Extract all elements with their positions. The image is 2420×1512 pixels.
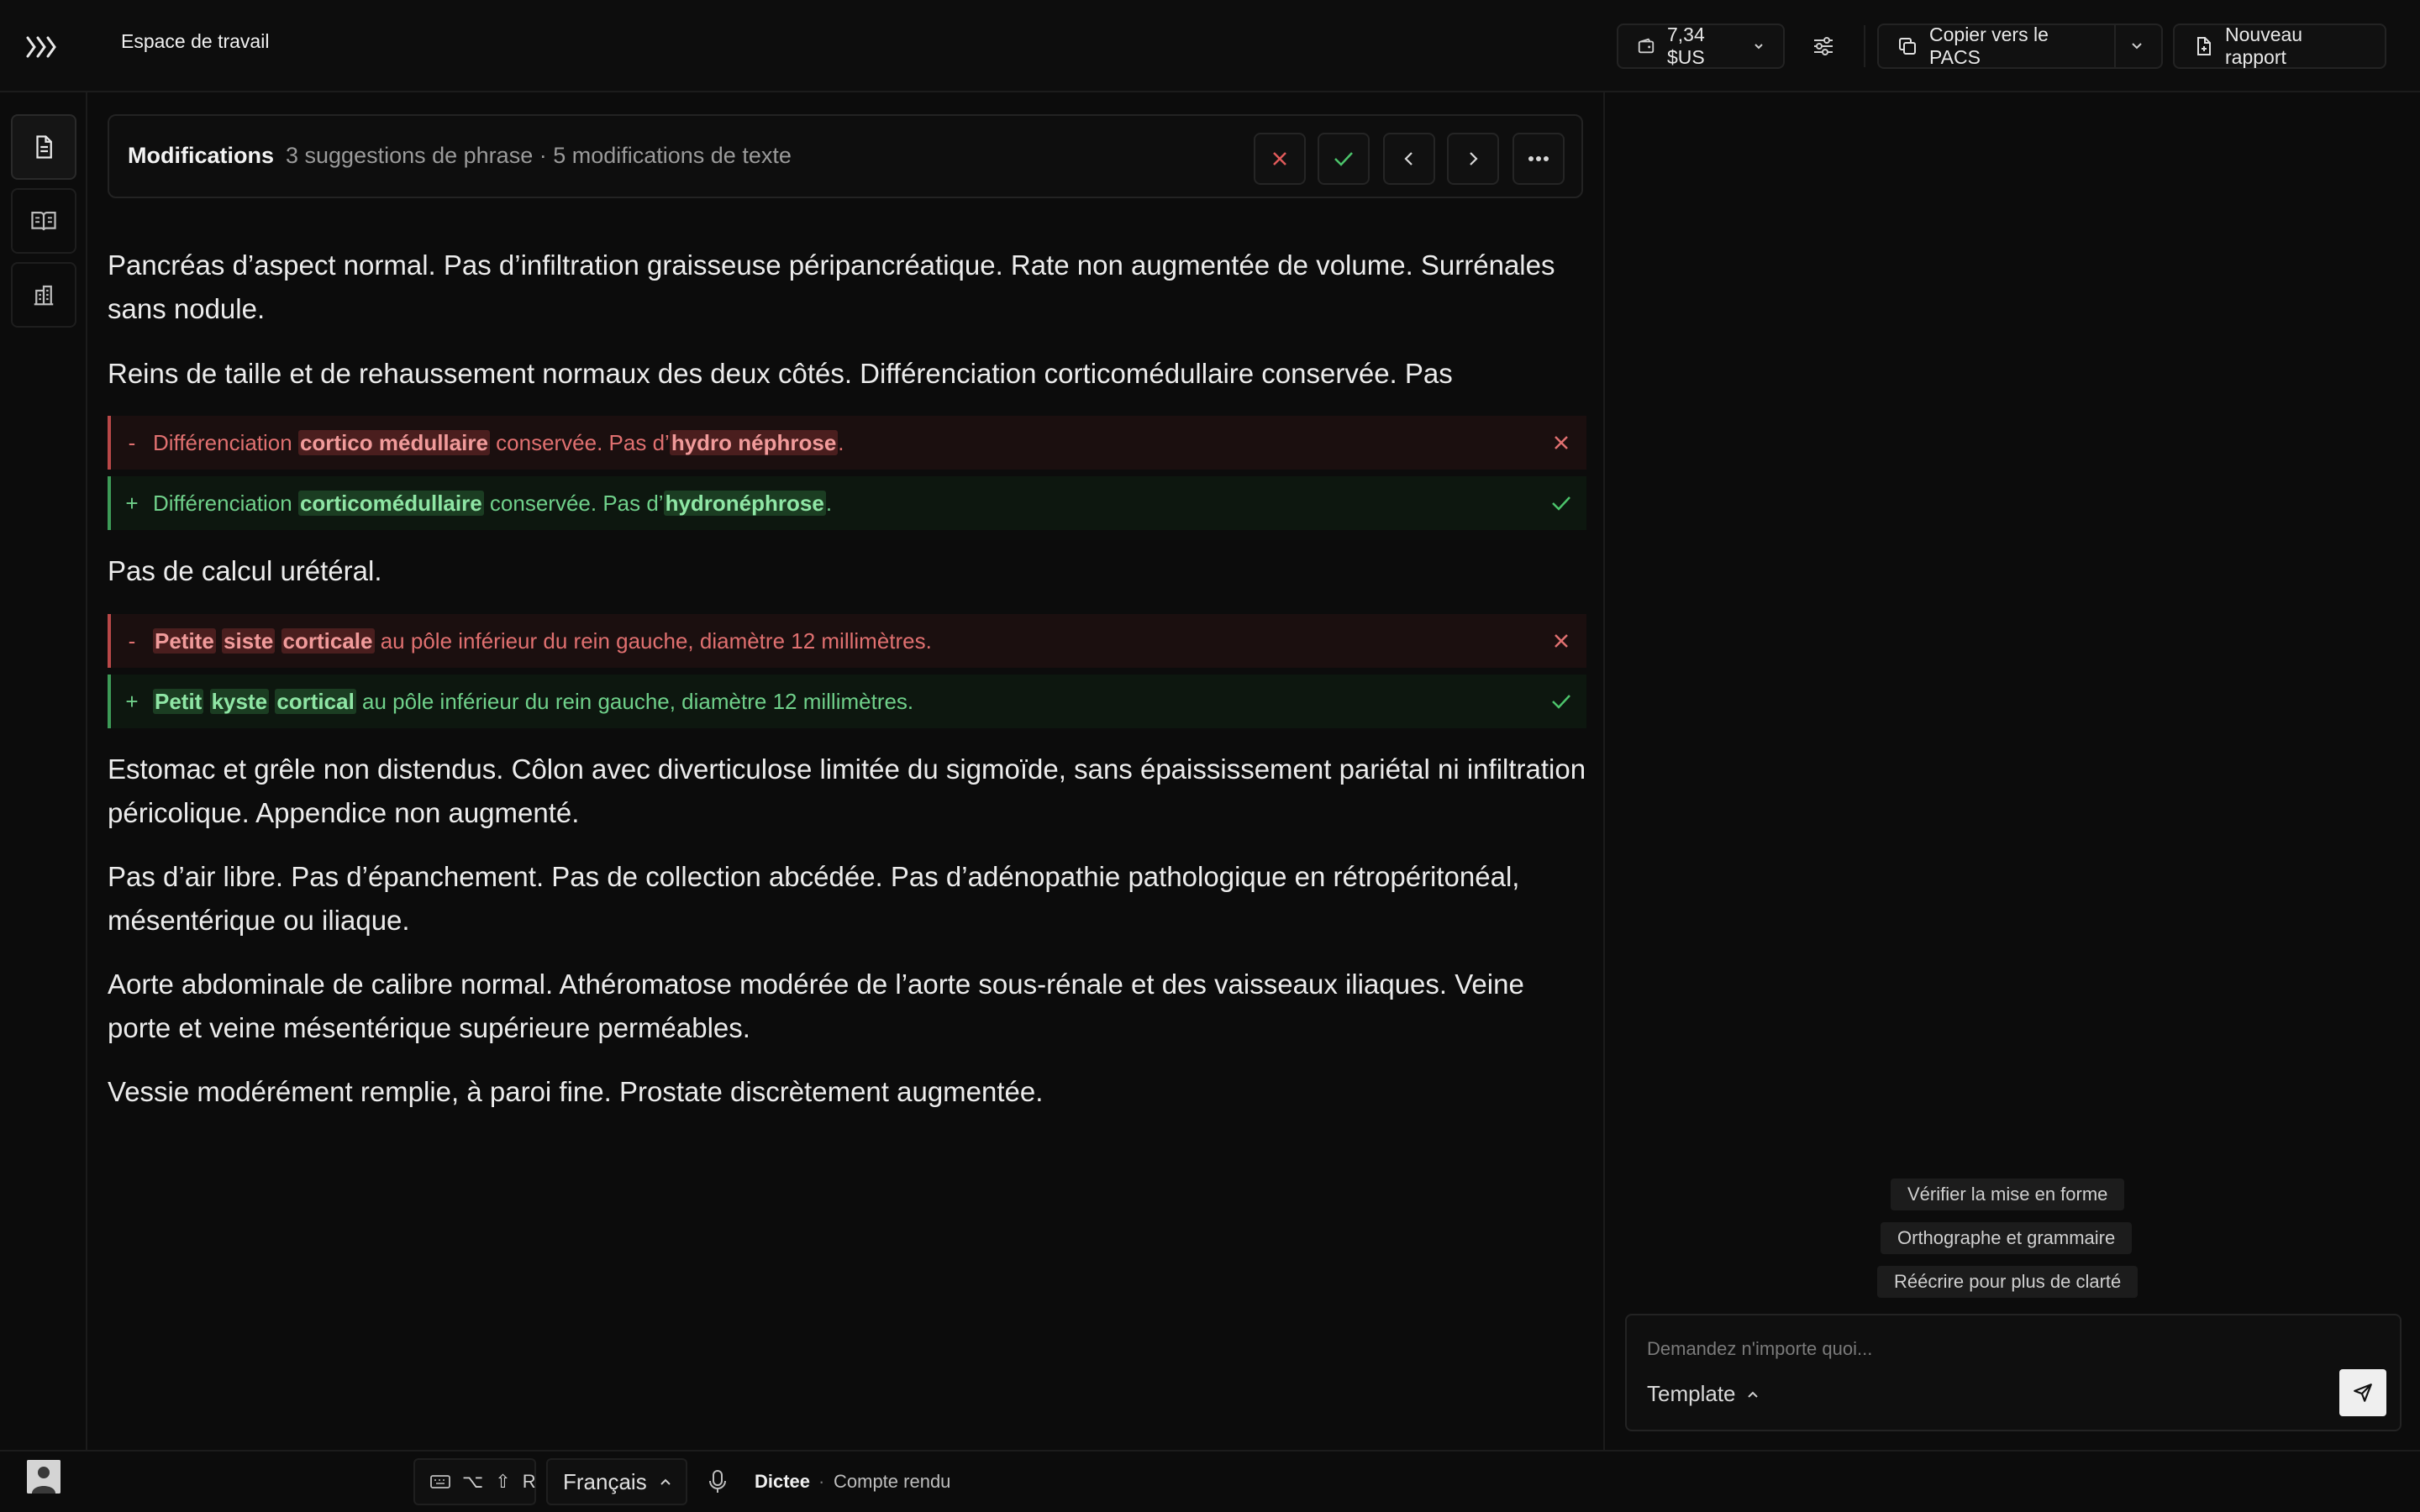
new-report-label: Nouveau rapport (2225, 24, 2303, 68)
added-text: Différenciation corticomédullaire conser… (153, 490, 833, 516)
added-text: Petit kyste cortical au pôle inférieur d… (153, 688, 914, 714)
shortcut-key-shift: ⇧ (495, 1471, 511, 1492)
template-label: Template (1647, 1381, 1736, 1406)
reject-suggestion-button[interactable] (1536, 616, 1586, 666)
rail-library-button[interactable] (11, 188, 76, 254)
bottom-bar (0, 1450, 2420, 1512)
copy-icon (1897, 36, 1918, 56)
report-paragraph[interactable]: Pas d’air libre. Pas d’épanchement. Pas … (108, 855, 1586, 942)
report-paragraph[interactable]: Estomac et grêle non distendus. Côlon av… (108, 748, 1586, 835)
copy-to-pacs-button[interactable]: Copier vers le PACS (1877, 24, 2116, 69)
document-icon (31, 134, 56, 160)
chevron-left-icon (1401, 150, 1418, 167)
keyboard-shortcut-indicator[interactable]: ⌥ ⇧ R (413, 1458, 536, 1505)
report-paragraph[interactable]: Vessie modérément remplie, à paroi fine.… (108, 1070, 1586, 1114)
deleted-text: Différenciation cortico médullaire conse… (153, 429, 844, 455)
building-icon (31, 282, 56, 307)
modifications-summary: 3 suggestions de phrase · 5 modification… (286, 143, 792, 168)
app-logo-icon[interactable] (25, 34, 59, 60)
dictation-mode[interactable]: Compte rendu (834, 1471, 950, 1493)
suggestion-chip-rewrite[interactable]: Réécrire pour plus de clarté (1877, 1266, 2139, 1298)
new-report-button[interactable]: Nouveau rapport (2173, 24, 2386, 69)
chevron-up-icon (659, 1475, 672, 1488)
chat-input[interactable] (1647, 1332, 2336, 1366)
accept-suggestion-button[interactable] (1536, 676, 1586, 727)
send-icon (2352, 1382, 2374, 1404)
copy-pacs-label: Copier vers le PACS (1929, 24, 2049, 68)
check-icon (1552, 496, 1570, 511)
accept-all-button[interactable] (1318, 133, 1370, 185)
chevron-down-icon (1753, 40, 1765, 52)
modifications-bar: Modifications 3 suggestions de phrase · … (108, 114, 1583, 198)
accept-suggestion-button[interactable] (1536, 478, 1586, 528)
suggestion-chip-spelling[interactable]: Orthographe et grammaire (1881, 1222, 2133, 1254)
ellipsis-icon (1528, 155, 1549, 162)
addition-suggestion-line: + Petit kyste cortical au pôle inférieur… (108, 675, 1586, 728)
close-icon (1270, 149, 1290, 169)
diff-sign: + (125, 490, 139, 516)
chevron-down-icon (2129, 39, 2144, 54)
copy-options-dropdown-button[interactable] (2114, 24, 2163, 69)
sliders-icon (1812, 34, 1835, 58)
rail-document-button[interactable] (11, 114, 76, 180)
next-change-button[interactable] (1447, 133, 1499, 185)
deleted-text: Petite siste corticale au pôle inférieur… (153, 627, 932, 654)
cost-label: 7,34 $US (1667, 24, 1705, 68)
addition-suggestion-line: + Différenciation corticomédullaire cons… (108, 476, 1586, 530)
reject-suggestion-button[interactable] (1536, 417, 1586, 468)
more-options-button[interactable] (1512, 133, 1565, 185)
dictation-label: Dictee (755, 1471, 811, 1492)
check-icon (1333, 149, 1355, 169)
microphone-icon[interactable] (708, 1469, 728, 1494)
template-selector-button[interactable]: Template (1647, 1381, 1760, 1407)
deletion-suggestion-line: - Petite siste corticale au pôle inférie… (108, 614, 1586, 668)
check-icon (1552, 695, 1570, 709)
suggestion-chip-format[interactable]: Vérifier la mise en forme (1891, 1179, 2125, 1210)
previous-change-button[interactable] (1383, 133, 1435, 185)
close-icon (1555, 634, 1568, 648)
diff-sign: - (128, 429, 136, 455)
diff-sign: - (128, 627, 136, 654)
rail-organization-button[interactable] (11, 262, 76, 328)
deletion-suggestion-line: - Différenciation cortico médullaire con… (108, 416, 1586, 470)
keyboard-icon (430, 1474, 450, 1489)
book-icon (30, 208, 57, 234)
report-paragraph[interactable]: Pas de calcul urétéral. (108, 549, 1586, 593)
file-plus-icon (2193, 36, 2213, 56)
close-icon (1555, 436, 1568, 449)
send-button[interactable] (2339, 1369, 2386, 1416)
language-selector[interactable]: Français (546, 1458, 687, 1505)
settings-sliders-button[interactable] (1803, 24, 1840, 69)
modifications-title: Modifications (128, 143, 274, 168)
chevron-right-icon (1465, 150, 1481, 167)
cost-button[interactable]: 7,34 $US (1617, 24, 1785, 69)
wallet-icon (1637, 37, 1655, 55)
shortcut-key-r: R (522, 1471, 536, 1492)
report-paragraph[interactable]: Aorte abdominale de calibre normal. Athé… (108, 963, 1586, 1050)
chat-composer: Template (1625, 1314, 2402, 1431)
divider (1864, 25, 1865, 67)
reject-all-button[interactable] (1254, 133, 1306, 185)
diff-sign: + (125, 688, 139, 714)
shortcut-key-option: ⌥ (462, 1471, 484, 1492)
report-paragraph[interactable]: Reins de taille et de rehaussement norma… (108, 352, 1586, 396)
left-rail (0, 92, 87, 1450)
workspace-title: Espace de travail (121, 30, 270, 52)
language-label: Français (563, 1468, 647, 1494)
user-avatar[interactable] (27, 1460, 60, 1494)
separator-dot: · (818, 1471, 825, 1492)
chevron-up-icon (1746, 1388, 1760, 1401)
report-paragraph[interactable]: Pancréas d’aspect normal. Pas d’infiltra… (108, 244, 1586, 331)
